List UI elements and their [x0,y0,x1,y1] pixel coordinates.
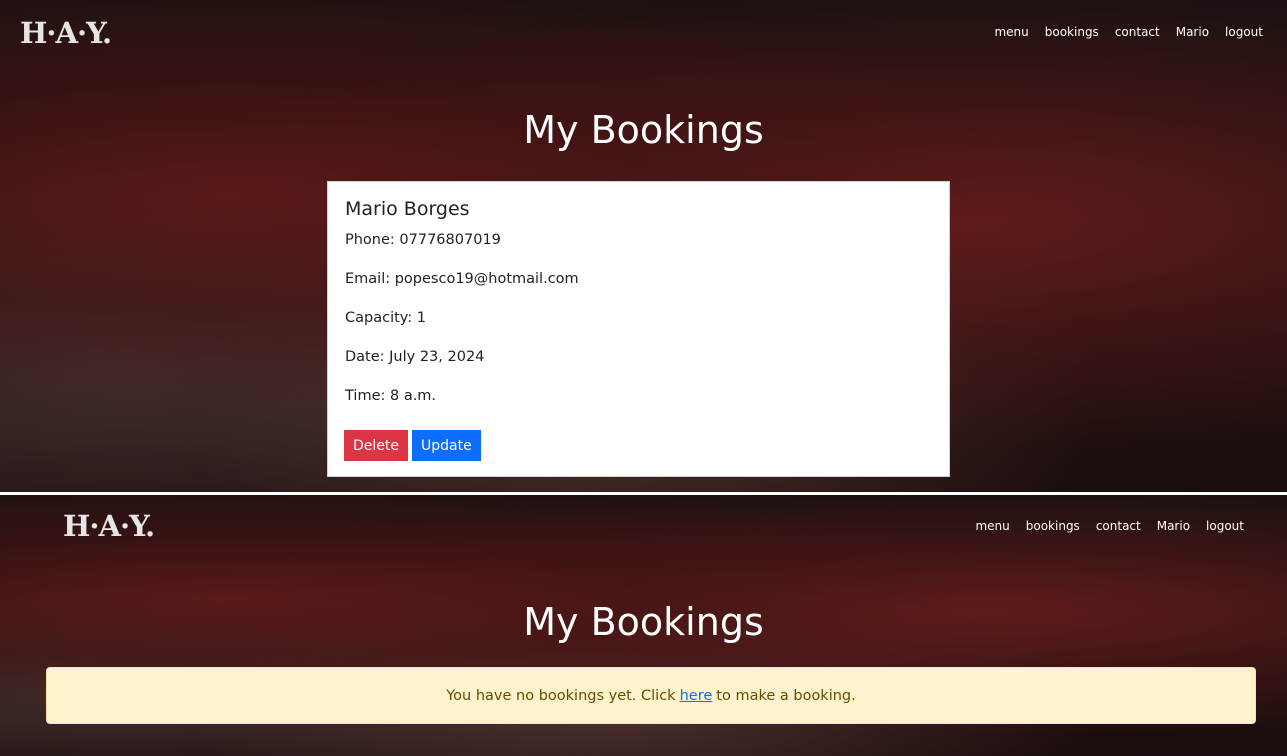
nav-item-bookings[interactable]: bookings [1045,25,1099,39]
booking-phone: Phone: 07776807019 [345,232,501,248]
nav-item-logout[interactable]: logout [1206,519,1244,533]
delete-button[interactable]: Delete [344,430,408,461]
site-logo[interactable]: H·A·Y. [20,16,112,50]
nav-item-contact[interactable]: contact [1115,25,1160,39]
nav-item-bookings[interactable]: bookings [1026,519,1080,533]
bookings-panel-empty: H·A·Y. menu bookings contact Mario logou… [0,495,1287,756]
booking-date: Date: July 23, 2024 [345,349,485,365]
booking-time: Time: 8 a.m. [345,388,437,404]
site-logo[interactable]: H·A·Y. [63,509,155,543]
nav-item-menu[interactable]: menu [975,519,1009,533]
nav-item-user[interactable]: Mario [1176,25,1209,39]
top-navigation: menu bookings contact Mario logout [994,25,1263,39]
nav-item-contact[interactable]: contact [1096,519,1141,533]
booking-capacity: Capacity: 1 [345,310,427,326]
alert-text-before: You have no bookings yet. Click [446,687,676,704]
booking-name: Mario Borges [345,198,470,220]
booking-card: Mario Borges Phone: 07776807019 Email: p… [327,181,950,477]
make-booking-link[interactable]: here [680,688,713,704]
page-title: My Bookings [523,600,764,644]
update-button[interactable]: Update [412,430,481,461]
booking-email: Email: popesco19@hotmail.com [345,271,579,287]
nav-item-menu[interactable]: menu [994,25,1028,39]
alert-text-after: to make a booking. [716,687,856,704]
nav-item-user[interactable]: Mario [1157,519,1190,533]
page-title: My Bookings [523,108,764,152]
nav-item-logout[interactable]: logout [1225,25,1263,39]
booking-actions: Delete Update [344,430,481,461]
top-navigation: menu bookings contact Mario logout [975,519,1244,533]
bookings-panel-with-booking: H·A·Y. menu bookings contact Mario logou… [0,0,1287,492]
no-bookings-alert: You have no bookings yet. Click here to … [46,667,1256,724]
